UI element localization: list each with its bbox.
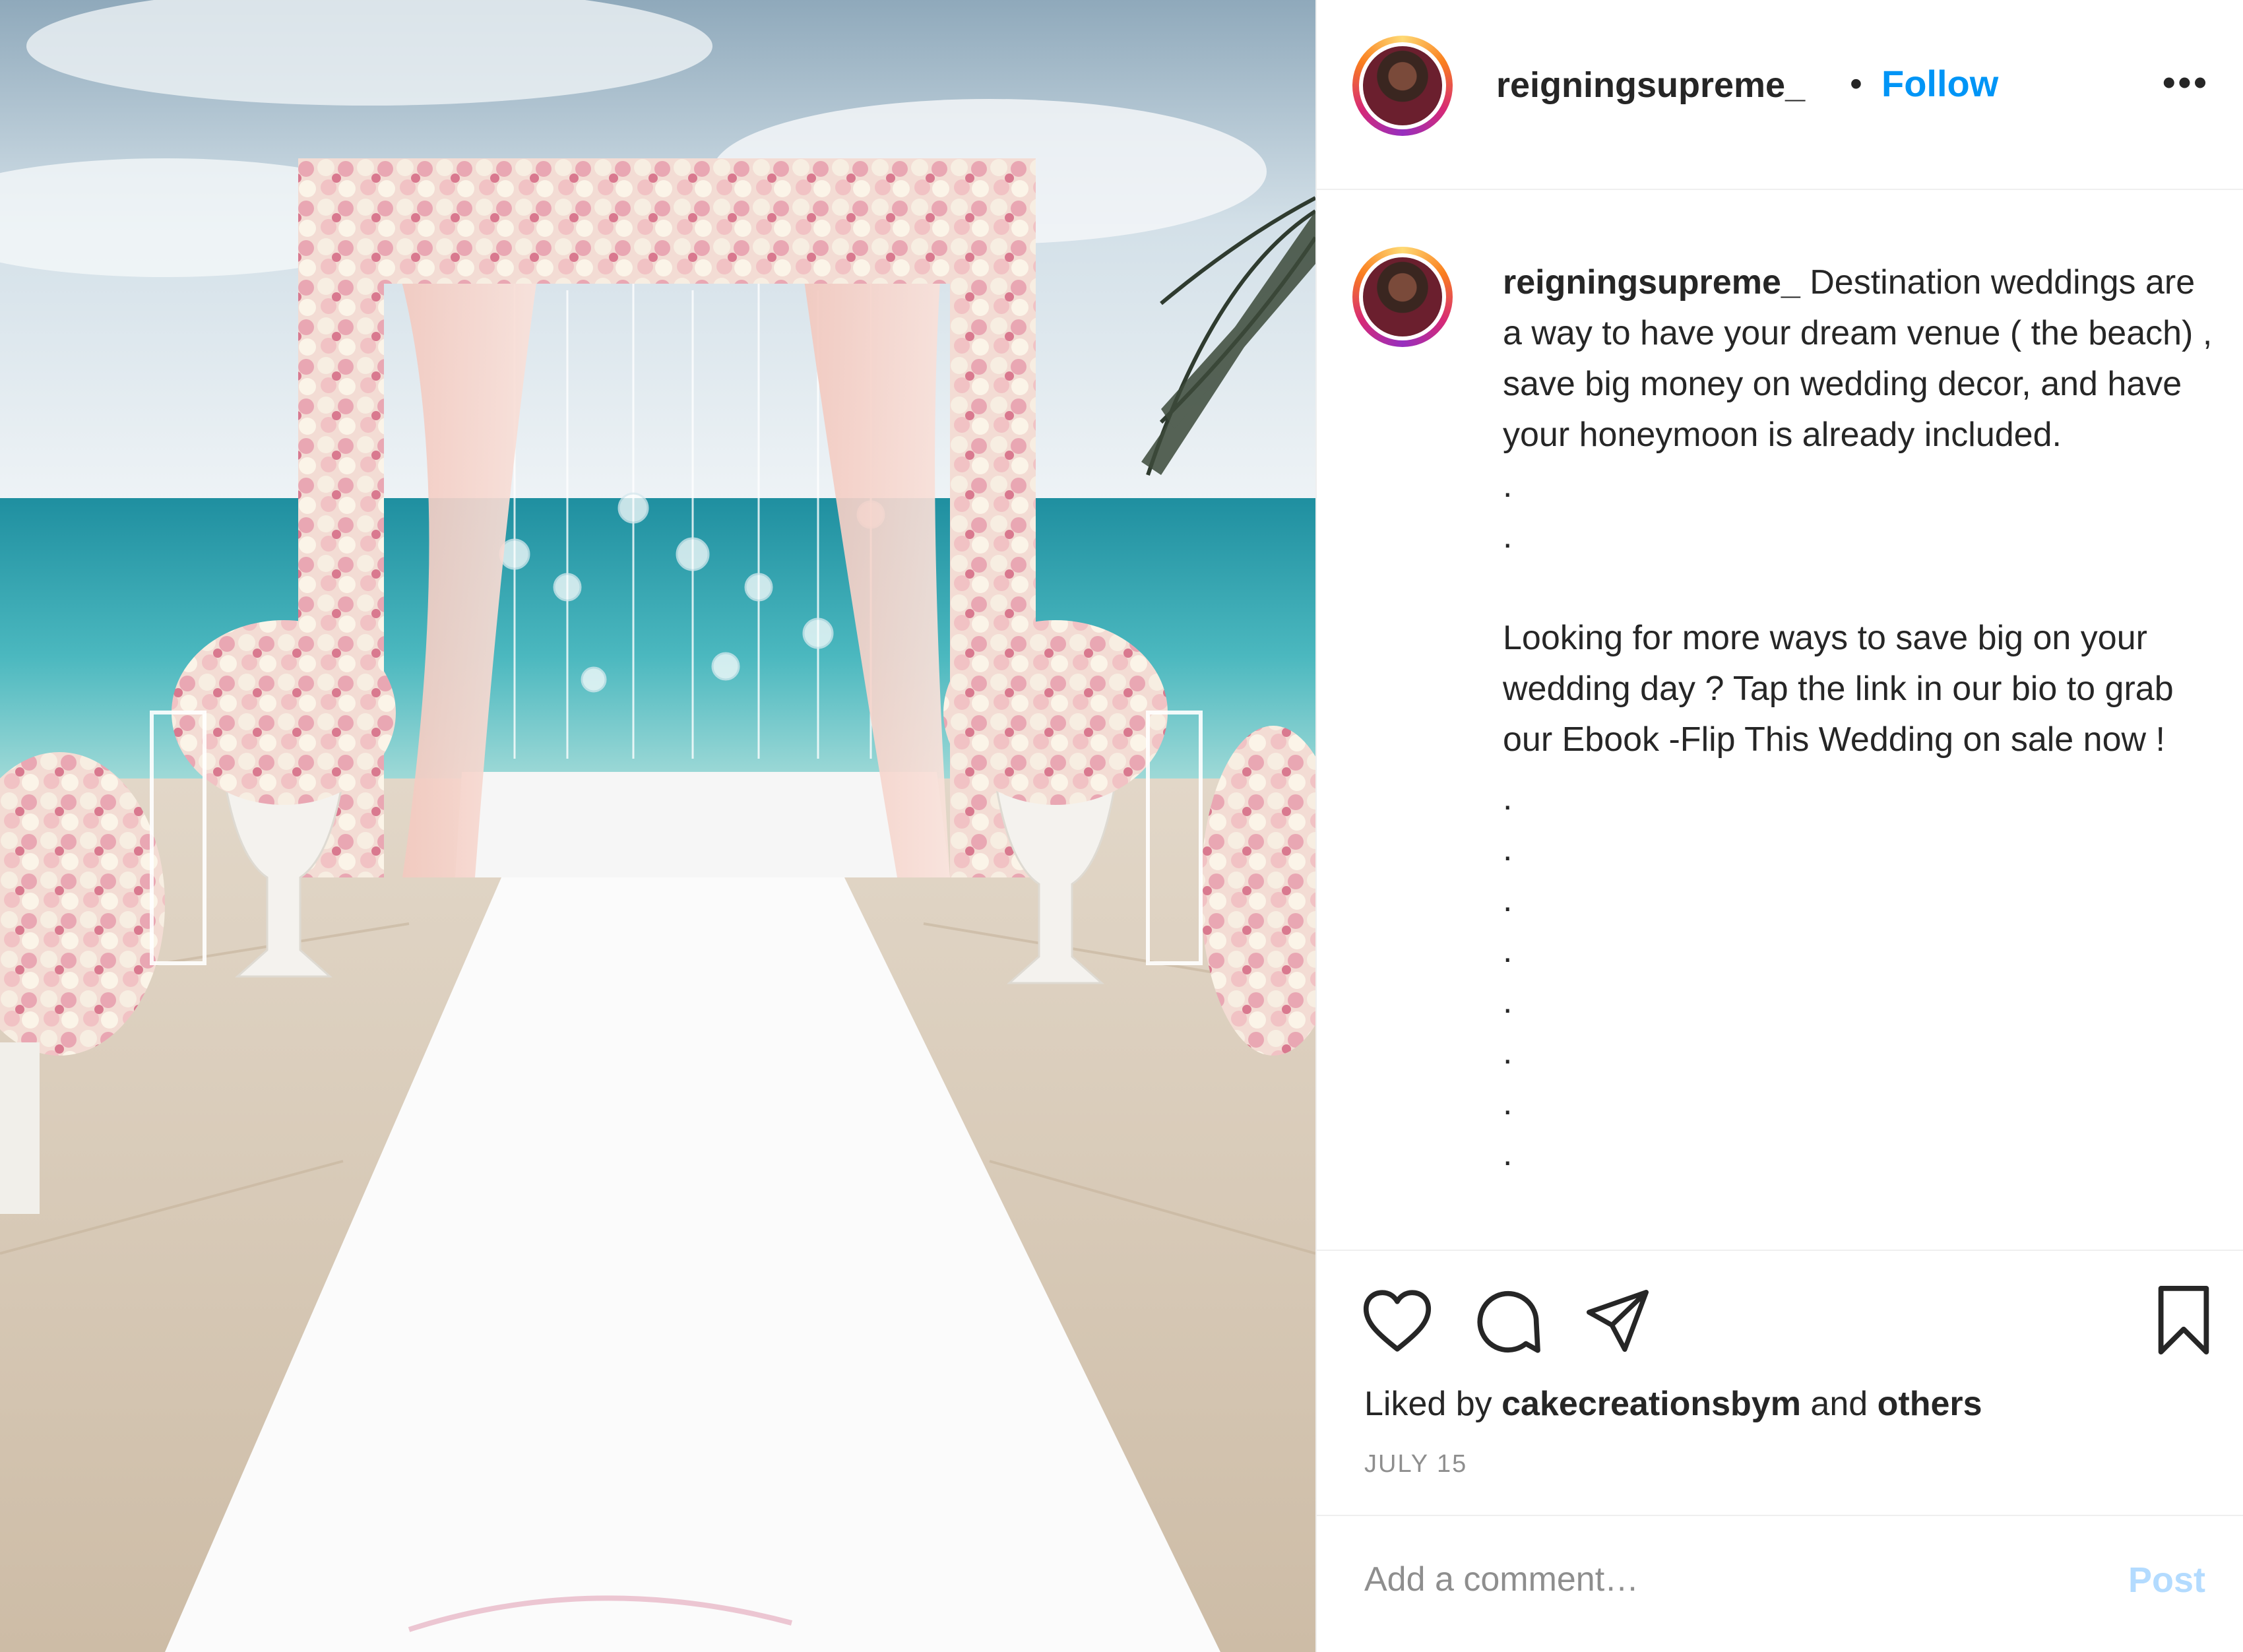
caption-dot: . [1503,982,1513,1021]
caption-dot: . [1503,517,1513,556]
comment-icon[interactable] [1472,1287,1544,1358]
caption-dot: . [1503,779,1513,817]
likes-prefix: Liked by [1364,1385,1502,1423]
caption-dot: . [1503,466,1513,505]
comment-bar: Add a comment… Post [1317,1515,2243,1652]
caption-username[interactable]: reigningsupreme_ [1503,263,1800,302]
caption-dot: . [1503,1033,1513,1071]
follow-button[interactable]: Follow [1881,62,1998,105]
send-icon[interactable] [1583,1287,1652,1355]
caption-dot: . [1503,1084,1513,1122]
caption-dots: . . [1503,461,2222,562]
caption-avatar[interactable] [1352,247,1453,347]
comment-input[interactable]: Add a comment… [1364,1560,2064,1599]
beach-wedding-photo [0,0,1315,1652]
separator-dot: • [1850,64,1862,104]
caption-dots: . . . . . . . . [1503,765,2222,1180]
liked-by-user[interactable]: cakecreationsbym [1501,1385,1801,1423]
more-options-icon[interactable]: ••• [2163,61,2209,104]
header-username[interactable]: reigningsupreme_ [1496,65,1805,106]
post-actions: Liked by cakecreationsbym and others JUL… [1317,1250,2243,1515]
heart-icon[interactable] [1362,1288,1433,1354]
likes-middle: and [1800,1385,1878,1423]
post-comment-button[interactable]: Post [2128,1560,2205,1601]
likes-others[interactable]: others [1878,1385,1982,1423]
caption-text: reigningsupreme_ Destination weddings ar… [1503,257,2222,1180]
caption-dot: . [1503,1135,1513,1173]
caption-dot: . [1503,932,1513,970]
post-image[interactable] [0,0,1315,1652]
post-date[interactable]: JULY 15 [1364,1450,1467,1478]
post-side-panel: reigningsupreme_ • Follow ••• reigningsu… [1315,0,2243,1652]
likes-summary: Liked by cakecreationsbym and others [1364,1384,1982,1424]
avatar-photo [1363,257,1442,336]
post-header: reigningsupreme_ • Follow ••• [1317,0,2243,190]
bookmark-icon[interactable] [2152,1284,2215,1356]
avatar[interactable] [1352,36,1453,136]
caption-dot: . [1503,881,1513,919]
caption-dot: . [1503,830,1513,868]
caption-body-2: Looking for more ways to save big on you… [1503,619,2174,759]
avatar-photo [1363,46,1442,125]
caption-section: reigningsupreme_ Destination weddings ar… [1317,190,2243,1250]
caption-paragraph: reigningsupreme_ Destination weddings ar… [1503,257,2222,461]
